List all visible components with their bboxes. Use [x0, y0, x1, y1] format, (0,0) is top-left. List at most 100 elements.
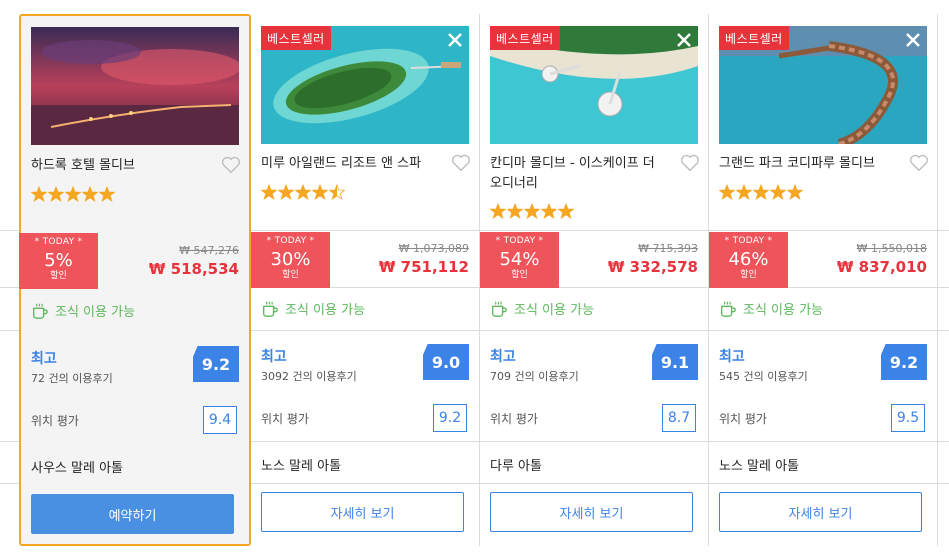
heart-icon[interactable] [680, 154, 700, 172]
star-icon [312, 184, 328, 200]
bestseller-badge: 베스트셀러 [490, 26, 560, 50]
today-label: * TODAY * [34, 237, 83, 247]
breakfast-info: 조식 이용 가능 [261, 299, 365, 318]
location-rating-label: 위치 평가 [490, 412, 538, 426]
hotel-card-2[interactable]: 베스트셀러 미루 아일랜드 리조트 앤 스파 * TODAY * 30% 할인 … [251, 14, 480, 546]
sale-price: ₩ 837,010 [836, 258, 927, 276]
today-deal-badge: * TODAY * 5% 할인 [19, 233, 98, 289]
hotel-area: 다루 아톨 [490, 459, 542, 474]
rating-word: 최고 [719, 349, 745, 365]
today-deal-badge: * TODAY * 30% 할인 [251, 232, 330, 288]
breakfast-info: 조식 이용 가능 [31, 301, 135, 320]
star-icon [736, 184, 752, 200]
hotel-photo[interactable]: 베스트셀러 [261, 26, 469, 144]
original-price: ₩ 547,276 [179, 244, 239, 257]
breakfast-label: 조식 이용 가능 [743, 303, 824, 318]
today-label: * TODAY * [724, 236, 773, 246]
location-score: 8.7 [662, 404, 696, 432]
sale-price: ₩ 518,534 [148, 260, 239, 278]
location-rating-label: 위치 평가 [31, 414, 79, 428]
breakfast-label: 조식 이용 가능 [285, 303, 366, 318]
breakfast-label: 조식 이용 가능 [514, 303, 595, 318]
review-count[interactable]: 545 건의 이용후기 [719, 368, 808, 384]
sale-price: ₩ 751,112 [378, 258, 469, 276]
close-icon[interactable] [676, 32, 692, 48]
star-rating [719, 184, 803, 200]
sale-price: ₩ 332,578 [607, 258, 698, 276]
star-icon [329, 184, 345, 200]
heart-icon[interactable] [221, 156, 241, 174]
star-icon [48, 186, 64, 202]
close-icon[interactable] [905, 32, 921, 48]
star-icon [524, 203, 540, 219]
hotel-card-4[interactable]: 베스트셀러 그랜드 파크 코디파루 몰디브 * TODAY * 46% 할인 ₩… [709, 14, 938, 546]
breakfast-info: 조식 이용 가능 [490, 299, 594, 318]
star-icon [558, 203, 574, 219]
details-button[interactable]: 자세히 보기 [719, 492, 922, 532]
close-icon[interactable] [447, 32, 463, 48]
hotel-name[interactable]: 그랜드 파크 코디파루 몰디브 [719, 154, 899, 174]
original-price: ₩ 715,393 [638, 242, 698, 255]
star-icon [31, 186, 47, 202]
star-icon [507, 203, 523, 219]
hotel-name[interactable]: 칸디마 몰디브 - 이스케이프 더 오디너리 [490, 154, 670, 194]
discount-label: 할인 [282, 270, 299, 280]
coffee-cup-icon [721, 301, 736, 317]
discount-label: 할인 [740, 270, 757, 280]
book-button[interactable]: 예약하기 [31, 494, 234, 534]
guest-score: 9.2 [881, 344, 927, 380]
details-button[interactable]: 자세히 보기 [490, 492, 693, 532]
coffee-cup-icon [492, 301, 507, 317]
discount-label: 할인 [50, 271, 67, 281]
today-deal-badge: * TODAY * 46% 할인 [709, 232, 788, 288]
hotel-card-1[interactable]: 하드록 호텔 몰디브 * TODAY * 5% 할인 ₩ 547,276 ₩ 5… [19, 14, 251, 546]
guest-score: 9.2 [193, 346, 239, 382]
guest-score: 9.0 [423, 344, 469, 380]
review-count[interactable]: 709 건의 이용후기 [490, 368, 579, 384]
star-icon [753, 184, 769, 200]
original-price: ₩ 1,550,018 [856, 242, 927, 255]
hotel-card-3[interactable]: 베스트셀러 칸디마 몰디브 - 이스케이프 더 오디너리 * TODAY * 5… [480, 14, 709, 546]
location-score: 9.4 [203, 406, 237, 434]
star-icon [719, 184, 735, 200]
rating-word: 최고 [31, 351, 57, 367]
rating-word: 최고 [490, 349, 516, 365]
star-rating [261, 184, 345, 200]
discount-percent: 54% [499, 249, 540, 270]
star-icon [261, 184, 277, 200]
bestseller-badge: 베스트셀러 [261, 26, 331, 50]
hotel-name[interactable]: 미루 아일랜드 리조트 앤 스파 [261, 154, 441, 174]
guest-score: 9.1 [652, 344, 698, 380]
hotel-photo[interactable]: 베스트셀러 [490, 26, 698, 144]
coffee-cup-icon [33, 303, 48, 319]
heart-icon[interactable] [451, 154, 471, 172]
hotel-name[interactable]: 하드록 호텔 몰디브 [31, 156, 211, 176]
hotel-photo[interactable] [31, 27, 239, 145]
discount-percent: 46% [728, 249, 769, 270]
review-count[interactable]: 72 건의 이용후기 [31, 370, 113, 386]
hotel-photo[interactable]: 베스트셀러 [719, 26, 927, 144]
hotel-area: 노스 말레 아톨 [261, 459, 342, 474]
star-icon [65, 186, 81, 202]
discount-label: 할인 [511, 270, 528, 280]
heart-icon[interactable] [909, 154, 929, 172]
star-icon [490, 203, 506, 219]
location-score: 9.5 [891, 404, 925, 432]
hotel-area: 사우스 말레 아톨 [31, 461, 123, 476]
location-rating-label: 위치 평가 [719, 412, 767, 426]
breakfast-label: 조식 이용 가능 [55, 305, 136, 320]
review-count[interactable]: 3092 건의 이용후기 [261, 368, 357, 384]
discount-percent: 5% [44, 250, 73, 271]
star-icon [541, 203, 557, 219]
details-button[interactable]: 자세히 보기 [261, 492, 464, 532]
original-price: ₩ 1,073,089 [398, 242, 469, 255]
star-icon [278, 184, 294, 200]
star-icon [99, 186, 115, 202]
star-rating [490, 203, 574, 219]
star-icon [82, 186, 98, 202]
discount-percent: 30% [270, 249, 311, 270]
star-icon [787, 184, 803, 200]
bestseller-badge: 베스트셀러 [719, 26, 789, 50]
location-score: 9.2 [433, 404, 467, 432]
today-label: * TODAY * [495, 236, 544, 246]
